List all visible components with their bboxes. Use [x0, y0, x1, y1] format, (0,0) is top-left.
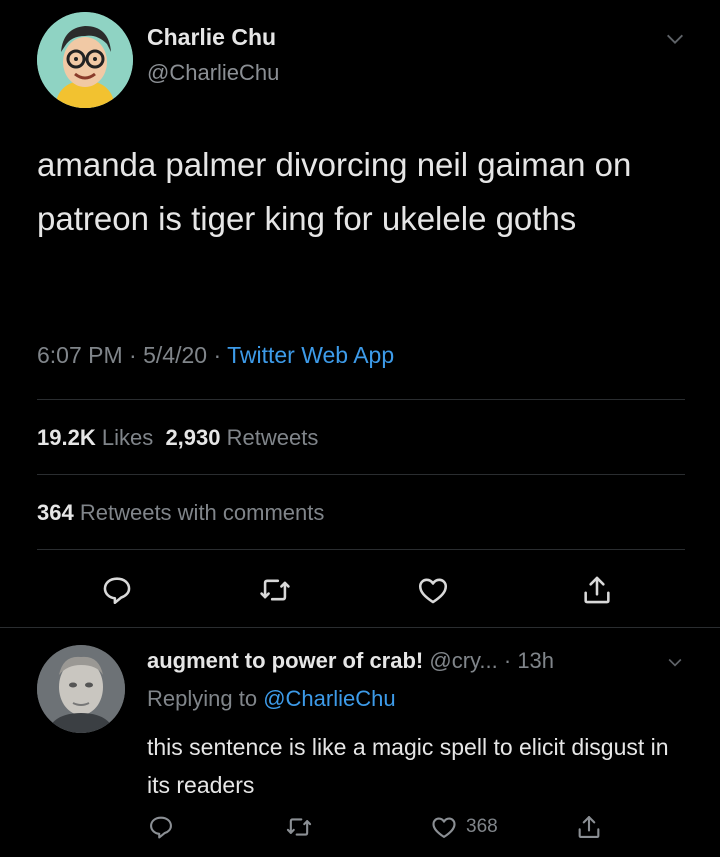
- reply-like-count: 368: [466, 816, 498, 837]
- meta-separator: ·: [207, 342, 228, 368]
- reply-icon[interactable]: [100, 573, 134, 607]
- tweet-date: 5/4/20: [143, 342, 208, 368]
- reply-author-handle[interactable]: @cry...: [429, 648, 497, 673]
- engagement-stats: 19.2K Likes 2,930 Retweets: [37, 425, 318, 451]
- tweet-text: amanda palmer divorcing neil gaiman on p…: [37, 146, 632, 237]
- likes-count: 19.2K: [37, 425, 96, 450]
- quote-stat[interactable]: 364 Retweets with comments: [37, 500, 324, 526]
- quote-count: 364: [37, 500, 74, 525]
- retweet-icon[interactable]: [258, 573, 292, 607]
- share-icon[interactable]: [575, 813, 603, 841]
- reply-text: this sentence is like a magic spell to e…: [147, 734, 669, 798]
- retweets-stat[interactable]: 2,930 Retweets: [165, 425, 318, 450]
- reply-header: augment to power of crab! @cry... · 13h: [147, 648, 554, 674]
- quote-label: Retweets with comments: [79, 500, 325, 525]
- author-avatar[interactable]: [37, 12, 133, 108]
- reply-author-name[interactable]: augment to power of crab!: [147, 648, 423, 673]
- reply-time[interactable]: · 13h: [504, 648, 554, 673]
- heart-icon[interactable]: [416, 573, 450, 607]
- divider: [0, 627, 720, 628]
- reply-icon[interactable]: [147, 813, 175, 841]
- likes-label: Likes: [101, 425, 154, 450]
- divider: [37, 399, 685, 400]
- retweets-label: Retweets: [226, 425, 319, 450]
- author-name[interactable]: Charlie Chu: [147, 24, 276, 51]
- replying-to: Replying to @CharlieChu: [147, 686, 396, 712]
- author-handle[interactable]: @CharlieChu: [147, 60, 279, 86]
- retweets-count: 2,930: [165, 425, 221, 450]
- reply-author-avatar[interactable]: [37, 645, 125, 733]
- divider: [37, 549, 685, 550]
- share-icon[interactable]: [580, 573, 614, 607]
- likes-stat[interactable]: 19.2K Likes: [37, 425, 153, 450]
- meta-separator: ·: [122, 342, 144, 368]
- replying-label: Replying to: [147, 686, 258, 711]
- tweet-source-link[interactable]: Twitter Web App: [227, 342, 394, 368]
- heart-icon[interactable]: [430, 813, 458, 841]
- chevron-down-icon[interactable]: [665, 652, 685, 672]
- tweet-time: 6:07 PM: [37, 342, 123, 368]
- retweet-icon[interactable]: [285, 813, 313, 841]
- chevron-down-icon[interactable]: [664, 28, 686, 50]
- tweet-meta: 6:07 PM · 5/4/20 · Twitter Web App: [37, 342, 394, 369]
- divider: [37, 474, 685, 475]
- mention-link[interactable]: @CharlieChu: [263, 686, 395, 711]
